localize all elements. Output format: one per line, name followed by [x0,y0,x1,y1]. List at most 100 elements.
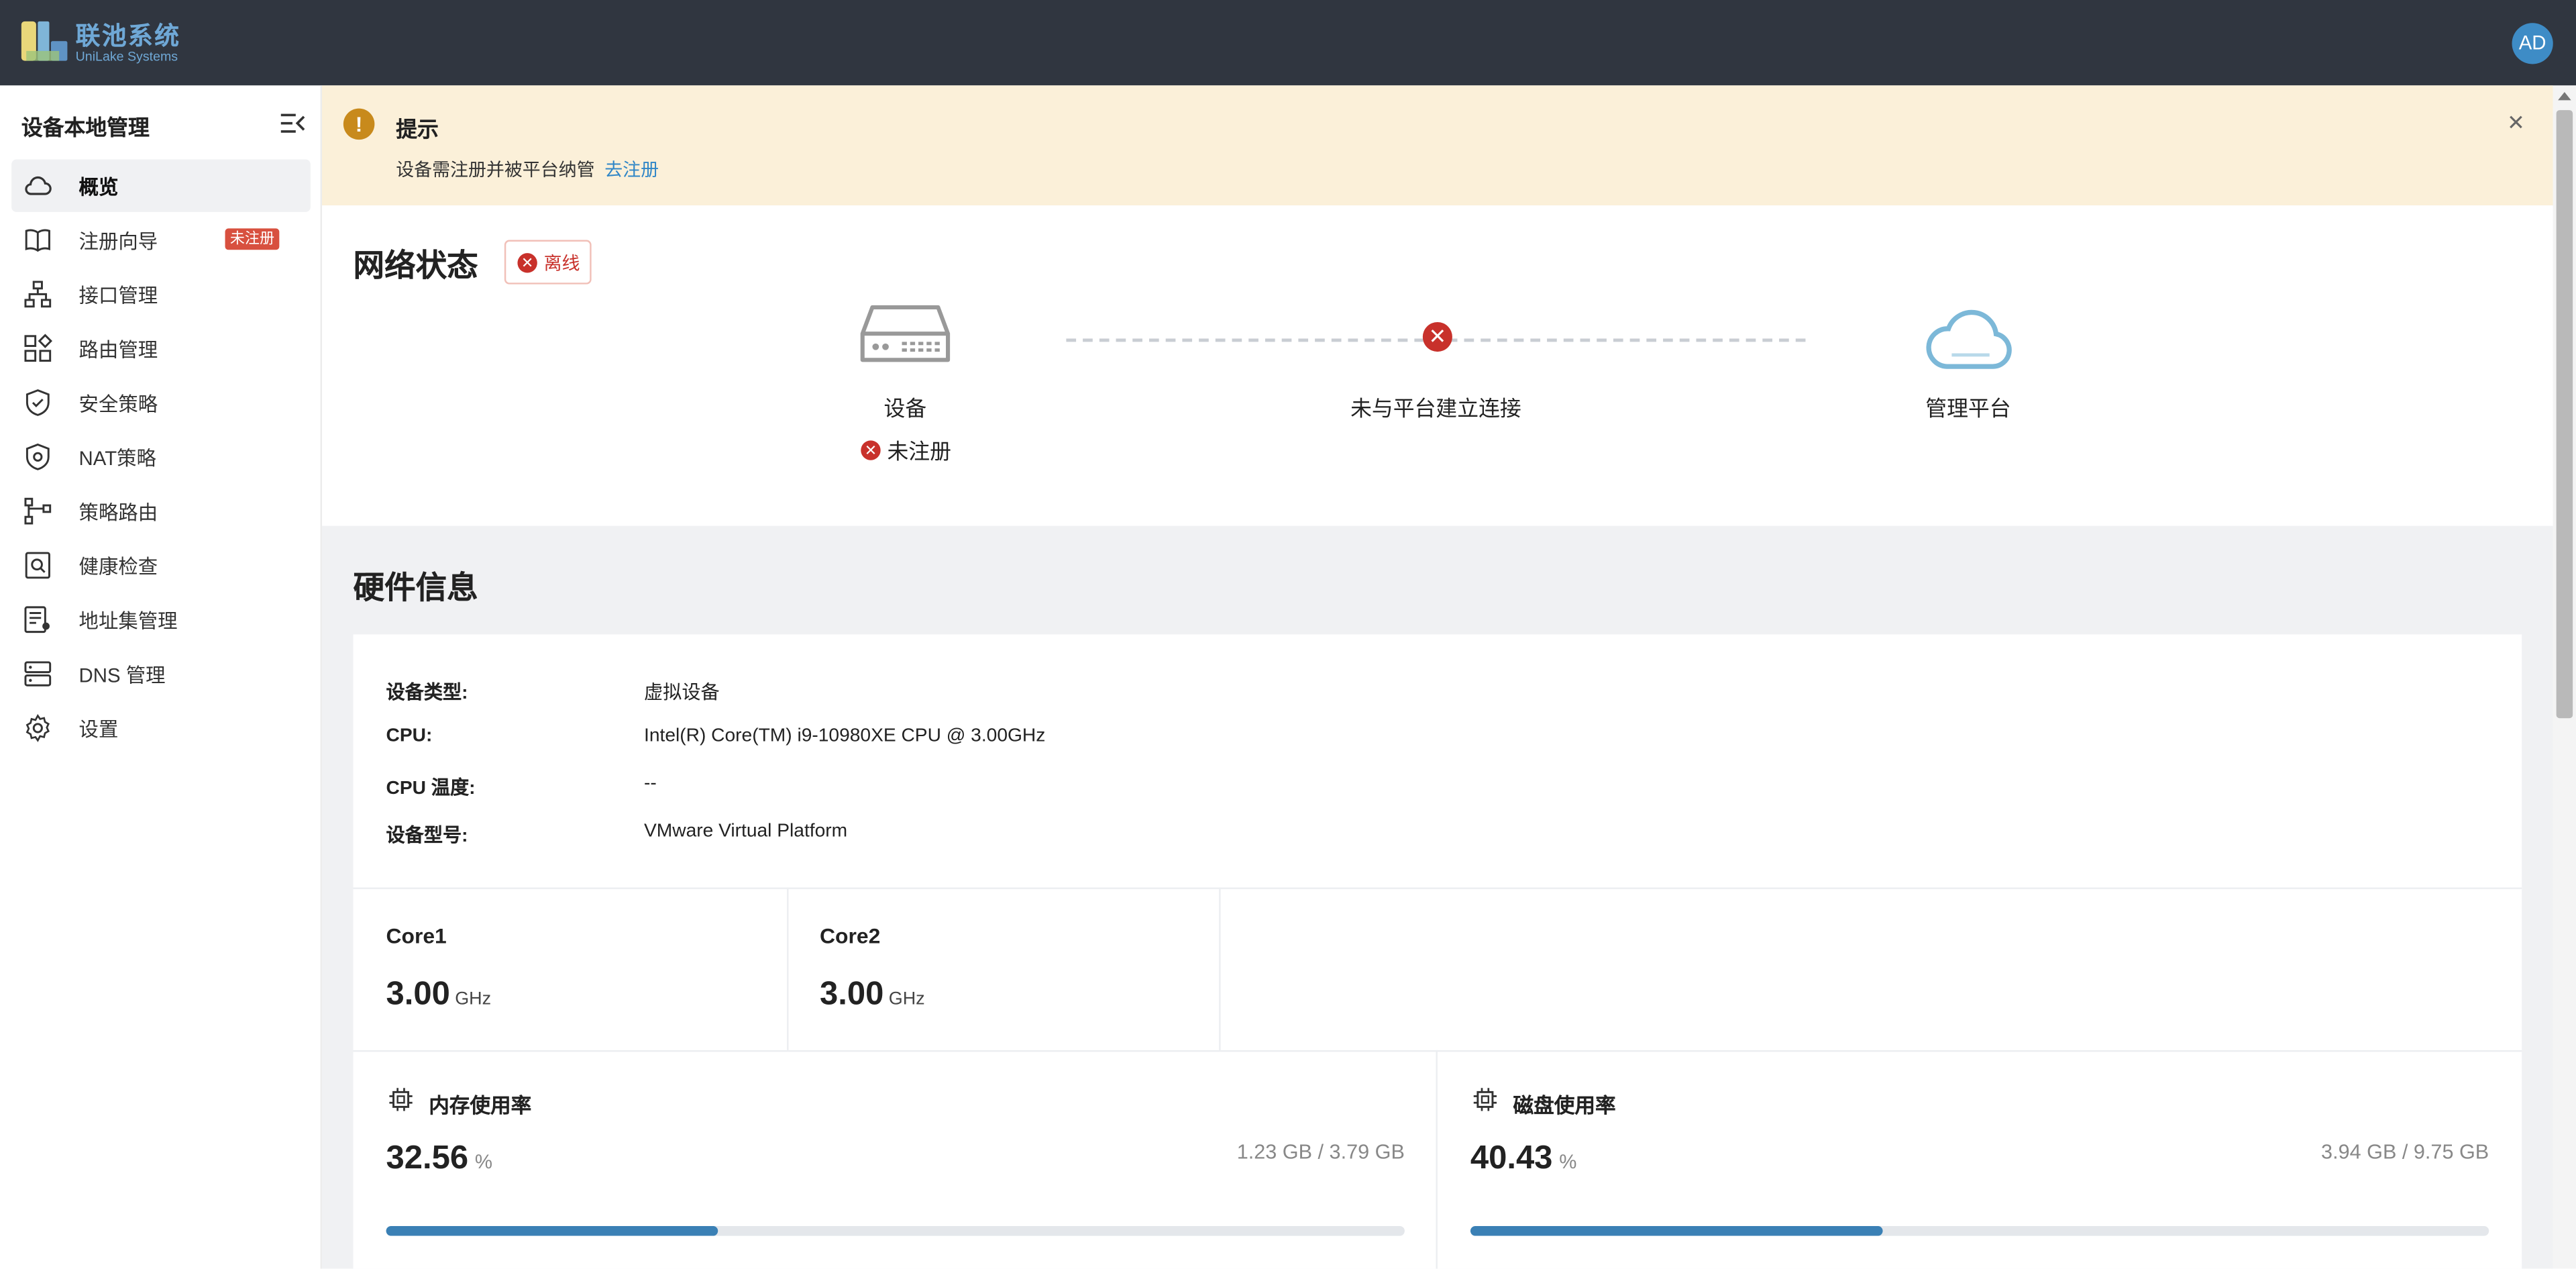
chip-icon [1473,1088,1497,1111]
info-key: CPU 温度: [386,778,476,799]
memory-progress-fill [386,1225,718,1236]
sidebar-item-routes[interactable]: 路由管理 [11,322,311,374]
error-icon: ✕ [861,440,881,460]
device-icon [860,305,951,362]
route-icon [24,497,52,525]
unregistered-badge: 未注册 [225,228,280,250]
book-icon [25,229,50,252]
notice-text: 设备需注册并被平台纳管 [396,161,595,181]
sidebar-item-label: 策略路由 [78,501,158,525]
main-content: ! 提示 设备需注册并被平台纳管 去注册 ✕ 网络状态 ✕ 离线 设备 ✕ 未注… [322,85,2553,1269]
sidebar-item-label: NAT策略 [78,447,156,470]
disk-amount: 3.94 GB / 9.75 GB [2321,1140,2489,1164]
info-value: Intel(R) Core(TM) i9-10980XE CPU @ 3.00G… [644,726,1046,746]
sidebar-title: 设备本地管理 [21,115,150,140]
divider [353,887,2522,889]
scroll-up-icon[interactable] [2558,92,2571,101]
sidebar-item-label: DNS 管理 [78,664,166,687]
core-name: Core1 [386,923,447,949]
user-avatar[interactable]: AD [2512,23,2553,64]
cloud-icon [25,176,52,195]
core-frequency: 3.00 GHz [820,976,925,1014]
disk-progress-fill [1470,1225,1882,1236]
disk-usage-title: 磁盘使用率 [1513,1095,1616,1118]
error-icon: ✕ [517,252,537,272]
scrollbar-thumb[interactable] [2556,110,2573,719]
disk-progress-bar [1470,1225,2489,1236]
sidebar-item-interfaces[interactable]: 接口管理 [11,268,311,320]
core-value: 3.00 [820,976,884,1013]
memory-progress-bar [386,1225,1405,1236]
memory-percent: 32.56 [386,1140,469,1177]
disk-percent: 40.43 [1470,1140,1553,1177]
shield-gear-icon [25,443,50,470]
topology-icon [24,281,52,308]
sidebar-item-nat-policy[interactable]: NAT策略 [11,431,311,483]
sidebar-item-dns[interactable]: DNS 管理 [11,648,311,700]
sidebar-item-label: 设置 [78,718,119,742]
percent-unit: % [1559,1150,1577,1174]
sidebar-item-address-sets[interactable]: 地址集管理 [11,593,311,646]
memory-usage-title: 内存使用率 [429,1095,532,1118]
notice-title: 提示 [396,116,439,142]
connection-status: 未与平台建立连接 [1350,396,1521,421]
memory-amount: 1.23 GB / 3.79 GB [1236,1140,1405,1164]
percent-unit: % [474,1150,493,1174]
sidebar-item-label: 接口管理 [78,284,158,307]
divider [1219,887,1221,1050]
sidebar-item-overview[interactable]: 概览 [11,159,311,212]
cloud-platform-icon [1926,309,2012,369]
info-key: 设备类型: [386,683,468,704]
sidebar-item-security-policy[interactable]: 安全策略 [11,376,311,429]
search-doc-icon [25,552,50,579]
apps-icon [24,334,52,362]
device-status: ✕ 未注册 [861,434,951,466]
hardware-card: 设备类型: 虚拟设备 CPU: Intel(R) Core(TM) i9-109… [353,634,2522,1269]
gear-icon [25,713,50,742]
server-icon [24,661,52,687]
logo-icon [21,21,68,61]
core-unit: GHz [888,989,925,1009]
vertical-scrollbar[interactable] [2553,85,2576,1269]
info-value: -- [644,774,657,794]
disk-usage-value: 40.43% [1470,1141,1577,1178]
close-icon[interactable]: ✕ [2507,110,2525,136]
sidebar-item-label: 地址集管理 [78,609,178,633]
sidebar-item-policy-routing[interactable]: 策略路由 [11,485,311,537]
sidebar-item-health-check[interactable]: 健康检查 [11,539,311,591]
sidebar: 设备本地管理 概览 注册向导 未注册 接口管理 路由管理 安全策略 NAT策略 … [0,85,323,1269]
brand-subtitle: UniLake Systems [75,49,178,64]
register-link[interactable]: 去注册 [604,161,659,181]
device-status-text: 未注册 [887,438,952,464]
app-window: 联池系统 UniLake Systems AD 设备本地管理 概览 注册向导 未… [0,0,2576,1269]
hardware-title: 硬件信息 [353,572,478,607]
offline-badge: ✕ 离线 [504,240,592,285]
divider [1436,1050,1438,1269]
sidebar-item-settings[interactable]: 设置 [11,702,311,754]
collapse-menu-icon[interactable] [279,112,305,135]
core-value: 3.00 [386,976,450,1013]
notice-message: 设备需注册并被平台纳管 去注册 [396,156,659,183]
core-frequency: 3.00 GHz [386,976,492,1014]
sidebar-item-register-wizard[interactable]: 注册向导 未注册 [11,213,311,266]
info-key: 设备型号: [386,826,468,847]
address-list-icon [24,606,50,633]
memory-usage-value: 32.56% [386,1141,493,1178]
sidebar-item-label: 健康检查 [78,555,158,579]
brand-name: 联池系统 [75,23,181,51]
warning-icon: ! [343,108,375,140]
divider [353,1050,2522,1052]
top-bar: 联池系统 UniLake Systems AD [0,0,2576,86]
platform-label: 管理平台 [1925,396,2011,421]
sidebar-item-label: 路由管理 [78,338,158,362]
shield-check-icon [25,389,50,416]
divider [787,887,789,1050]
info-value: 虚拟设备 [644,683,720,704]
info-value: VMware Virtual Platform [644,821,848,842]
info-key: CPU: [386,726,433,746]
sidebar-item-label: 概览 [78,176,119,199]
notice-banner: ! 提示 设备需注册并被平台纳管 去注册 ✕ [322,85,2553,206]
disconnected-icon: ✕ [1422,322,1452,352]
core-name: Core2 [820,923,881,949]
offline-label: 离线 [543,254,580,274]
